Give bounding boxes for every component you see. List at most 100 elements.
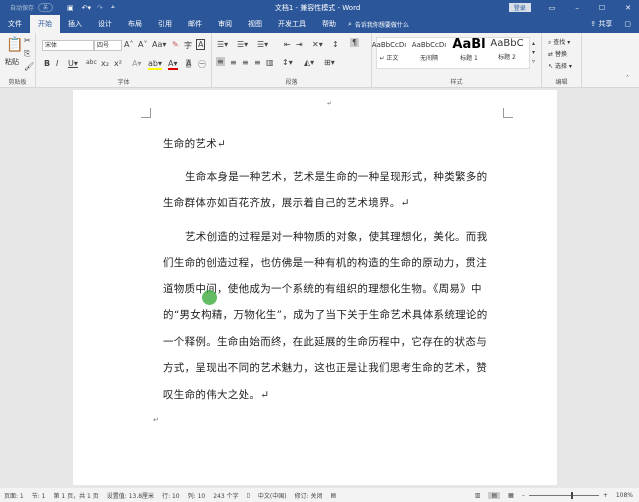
style-heading-2[interactable]: AaBbC 标题 2 [486,38,528,61]
redo-icon[interactable]: ↷ [97,4,103,12]
ribbon-display-icon[interactable]: ▭ [549,4,556,12]
autosave-toggle[interactable]: 关 [38,3,54,12]
close-icon[interactable]: ✕ [625,4,631,12]
document-page[interactable]: ↵ 生命的艺术↵ 生命本身是一种艺术，艺术是生命的一种呈现形式，种类繁多的 生命… [73,90,557,485]
doc-line[interactable]: 叹生命的伟大之处。↵ [163,387,269,402]
font-name-select[interactable]: 宋体 [42,40,94,51]
justify-icon[interactable]: ≡ [254,58,261,67]
doc-line[interactable]: 艺术创造的过程是对一种物质的对象，使其理想化，美化。而我 [185,229,487,244]
collapse-ribbon-icon[interactable]: ˄ [626,75,629,82]
tab-help[interactable]: 帮助 [314,15,344,33]
print-layout-icon[interactable]: ▤ [488,491,501,499]
share-button[interactable]: ⇪ 共享 [590,19,612,29]
bullets-icon[interactable]: ☰▾ [217,40,228,49]
doc-title-line[interactable]: 生命的艺术↵ [163,136,226,151]
zoom-out-button[interactable]: – [522,492,525,499]
text-effects-icon[interactable]: A▾ [132,59,142,68]
tab-references[interactable]: 引用 [150,15,180,33]
decrease-indent-icon[interactable]: ⇤ [284,40,291,49]
clear-format-icon[interactable]: ✎ [172,40,179,49]
style-heading-1[interactable]: AaBl 标题 1 [448,37,490,62]
maximize-icon[interactable]: ☐ [599,4,605,12]
replace-button[interactable]: ⇄ 替换 [548,49,572,61]
doc-line[interactable]: 的“男女构精，万物化生”，成为了当下关于生命艺术具体系统理论的 [163,307,488,322]
web-layout-icon[interactable]: ▦ [508,492,514,499]
status-pages[interactable]: 第 1 页，共 1 页 [54,491,99,500]
tab-file[interactable]: 文件 [0,15,30,33]
zoom-level[interactable]: 108% [616,492,633,499]
macro-icon[interactable]: ▤ [331,492,337,499]
zoom-slider[interactable] [528,491,599,499]
cut-icon[interactable]: ✂ [24,36,31,45]
paste-button[interactable]: 粘贴 [5,57,19,67]
proofing-icon[interactable]: ▯ [247,492,250,499]
doc-line[interactable]: 方式，呈现出不同的艺术魅力，这也正是让我们思考生命的艺术，赞 [163,360,487,375]
status-position[interactable]: 设置值: 13.8厘米 [107,491,154,500]
align-center-icon[interactable]: ≡ [230,58,237,67]
shrink-font-icon[interactable]: A˅ [138,40,147,49]
status-page[interactable]: 页面: 1 [4,491,24,500]
underline-icon[interactable]: U▾ [68,59,78,68]
borders-icon[interactable]: ⊞▾ [324,58,335,67]
tell-me-input[interactable]: 告诉我你想要做什么 [355,20,409,29]
format-painter-icon[interactable]: 🖌 [24,62,34,71]
tab-developer[interactable]: 开发工具 [270,15,314,33]
minimize-icon[interactable]: – [575,4,579,12]
align-left-icon[interactable]: ≡ [216,57,225,66]
chinese-layout-icon[interactable]: ✕▾ [312,40,323,49]
subscript-icon[interactable]: x₂ [101,59,109,68]
status-col[interactable]: 列: 10 [188,491,206,500]
phonetic-icon[interactable]: 字 [184,40,192,51]
show-marks-icon[interactable]: ¶ [350,38,360,47]
shading-icon[interactable]: ◭▾ [304,58,314,67]
strikethrough-icon[interactable]: abc [86,59,97,66]
font-color-icon[interactable]: A▾ [168,59,178,70]
undo-icon[interactable]: ↶▾ [82,4,91,12]
char-shading-icon[interactable]: A [186,59,192,68]
font-size-select[interactable]: 四号 [94,40,122,51]
zoom-slider-thumb[interactable] [570,491,573,499]
tab-insert[interactable]: 插入 [60,15,90,33]
style-normal[interactable]: AaBbCcDı ↵ 正文 [368,41,410,62]
doc-line[interactable]: 生命群体亦如百花齐放，展示着自己的艺术境界。↵ [163,195,410,210]
select-button[interactable]: ↖ 选择 ▾ [548,61,572,73]
doc-line[interactable]: 们生命的创造过程，也仿佛是一种有机的构造的生命的原动力，贯注 [163,255,487,270]
comments-icon[interactable]: ▢ [624,20,631,28]
status-row[interactable]: 行: 10 [162,491,180,500]
tab-layout[interactable]: 布局 [120,15,150,33]
tab-view[interactable]: 视图 [240,15,270,33]
tab-design[interactable]: 设计 [90,15,120,33]
multilevel-icon[interactable]: ☰▾ [257,40,268,49]
align-right-icon[interactable]: ≡ [242,58,249,67]
customize-icon[interactable]: ⩡ [111,3,115,12]
status-lang[interactable]: 中文(中国) [258,491,287,500]
numbering-icon[interactable]: ☰▾ [237,40,248,49]
tab-review[interactable]: 审阅 [210,15,240,33]
read-mode-icon[interactable]: ▥ [475,492,481,499]
zoom-in-button[interactable]: + [603,492,608,499]
style-no-spacing[interactable]: AaBbCcDı 无间隔 [408,41,450,62]
doc-line[interactable]: 一个释例。生命由始而终，在此延展的生命历程中，它存在的状态与 [163,334,487,349]
paste-icon[interactable]: 📋 [6,37,23,53]
sort-icon[interactable]: ↕ [332,40,339,49]
char-border-icon[interactable]: A [196,39,206,50]
doc-line[interactable]: 生命本身是一种艺术，艺术是生命的一种呈现形式，种类繁多的 [185,169,487,184]
grow-font-icon[interactable]: A˄ [124,40,133,49]
italic-icon[interactable]: I [56,59,58,68]
tab-mailings[interactable]: 邮件 [180,15,210,33]
line-spacing-icon[interactable]: ↕▾ [282,58,293,67]
find-button[interactable]: ⌕ 查找 ▾ [548,37,572,49]
increase-indent-icon[interactable]: ⇥ [296,40,303,49]
status-words[interactable]: 243 个字 [213,491,238,500]
login-button[interactable]: 登录 [508,3,531,12]
styles-scroll-icon[interactable]: ▴ ▾ ▿ [532,39,535,66]
enclose-char-icon[interactable]: ㊀ [198,59,206,70]
bold-icon[interactable]: B [44,59,50,68]
highlight-icon[interactable]: ab▾ [148,59,162,70]
change-case-icon[interactable]: Aa▾ [152,40,166,49]
distributed-icon[interactable]: ▥ [266,58,274,67]
tab-home[interactable]: 开始 [30,15,60,33]
save-icon[interactable]: ▣ [67,4,74,12]
status-track[interactable]: 修订: 关闭 [295,491,323,500]
copy-icon[interactable]: ⎘ [24,49,30,59]
